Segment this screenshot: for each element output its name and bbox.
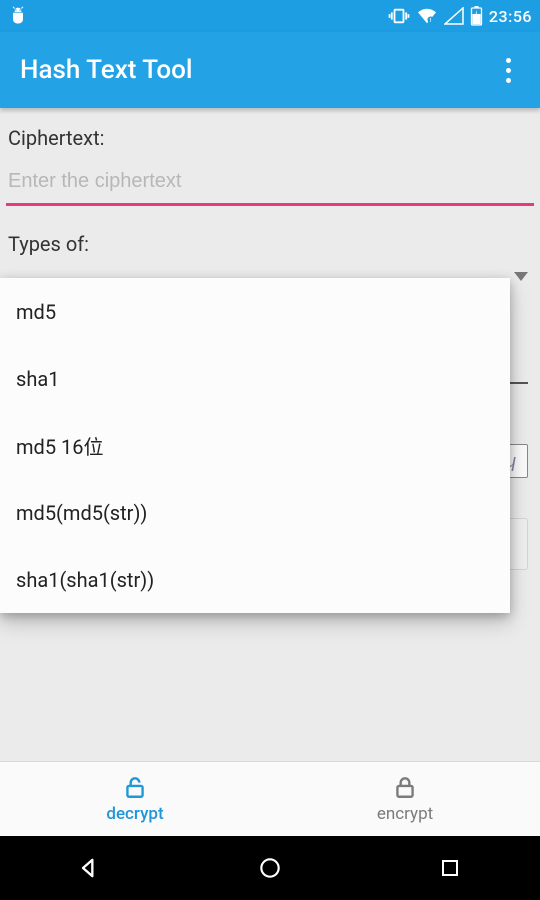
input-underline	[6, 203, 534, 206]
tab-decrypt[interactable]: decrypt	[0, 762, 270, 836]
status-bar: ! 23:56	[0, 0, 540, 32]
ciphertext-input-wrap	[6, 164, 534, 206]
dropdown-item-sha1-sha1[interactable]: sha1(sha1(str))	[0, 546, 510, 613]
tab-encrypt[interactable]: encrypt	[270, 762, 540, 836]
dropdown-item-md5-16[interactable]: md5 16位	[0, 412, 510, 479]
dropdown-item-label: md5	[16, 300, 56, 324]
dropdown-item-label: md5 16位	[16, 431, 104, 460]
ciphertext-label: Ciphertext:	[6, 126, 534, 150]
nav-back-button[interactable]	[60, 848, 120, 888]
nav-recent-button[interactable]	[420, 848, 480, 888]
types-dropdown-chevron[interactable]	[514, 272, 528, 281]
unlock-icon	[122, 774, 148, 800]
nav-home-button[interactable]	[240, 848, 300, 888]
ciphertext-input[interactable]	[6, 164, 534, 203]
dropdown-item-sha1[interactable]: sha1	[0, 345, 510, 412]
main-content: Ciphertext: Types of: ɥ	[0, 108, 540, 256]
vibrate-icon	[388, 7, 410, 25]
bottom-tab-bar: decrypt encrypt	[0, 761, 540, 836]
dropdown-item-label: md5(md5(str))	[16, 501, 147, 525]
dropdown-item-md5-md5[interactable]: md5(md5(str))	[0, 479, 510, 546]
cell-signal-icon	[444, 7, 464, 25]
dropdown-item-label: sha1	[16, 367, 59, 391]
nav-home-icon	[257, 855, 283, 881]
status-time: 23:56	[489, 7, 532, 26]
tab-decrypt-label: decrypt	[106, 804, 163, 824]
status-bar-right: ! 23:56	[388, 6, 532, 26]
types-area: Types of: ɥ	[6, 232, 534, 256]
types-label: Types of:	[6, 232, 534, 256]
dropdown-item-label: sha1(sha1(str))	[16, 568, 154, 592]
dropdown-item-md5[interactable]: md5	[0, 278, 510, 345]
wifi-icon: !	[416, 7, 438, 25]
chevron-down-icon	[514, 272, 528, 281]
types-dropdown-popup: md5 sha1 md5 16位 md5(md5(str)) sha1(sha1…	[0, 278, 510, 613]
nav-recent-icon	[438, 856, 462, 880]
android-debug-icon	[8, 6, 28, 26]
status-bar-left	[8, 6, 28, 26]
app-title: Hash Text Tool	[20, 55, 193, 85]
nav-back-icon	[76, 854, 104, 882]
android-nav-bar	[0, 836, 540, 900]
overflow-menu-button[interactable]	[496, 50, 520, 90]
lock-icon	[392, 774, 418, 800]
tab-encrypt-label: encrypt	[377, 804, 433, 824]
battery-charging-icon	[470, 6, 483, 26]
app-bar: Hash Text Tool	[0, 32, 540, 108]
